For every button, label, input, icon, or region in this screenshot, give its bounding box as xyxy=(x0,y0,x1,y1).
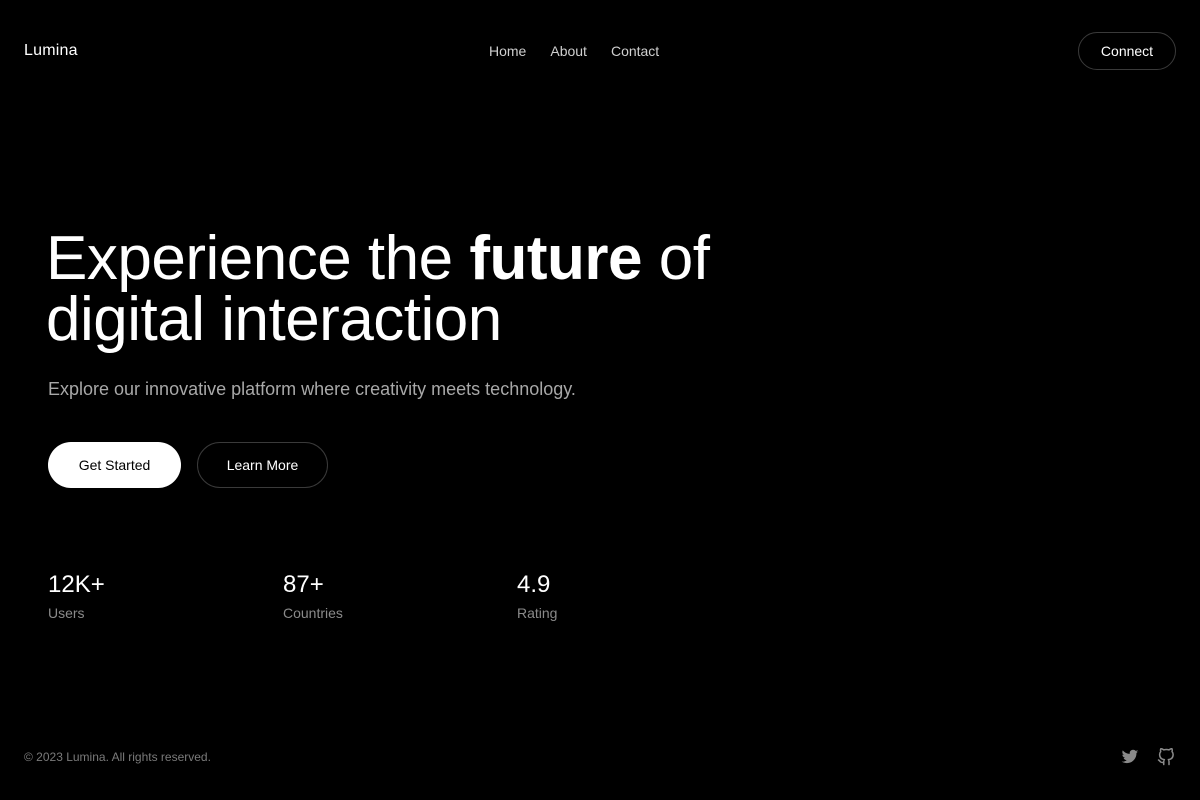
hero-title-emphasis: future xyxy=(469,224,642,293)
hero-title: Experience the future of digital interac… xyxy=(46,228,786,351)
nav-item-home[interactable]: Home xyxy=(489,41,526,61)
get-started-button[interactable]: Get Started xyxy=(48,442,181,488)
stat-value: 4.9 xyxy=(517,571,551,598)
stat-rating: 4.9 Rating xyxy=(517,571,557,623)
stat-value: 12K+ xyxy=(48,571,105,598)
brand-logo[interactable]: Lumina xyxy=(24,40,78,62)
github-icon[interactable] xyxy=(1157,748,1175,766)
stat-value: 87+ xyxy=(283,571,324,598)
connect-button[interactable]: Connect xyxy=(1078,32,1176,70)
stat-label: Countries xyxy=(283,605,343,621)
stat-users: 12K+ Users xyxy=(48,571,105,623)
twitter-icon[interactable] xyxy=(1121,748,1139,766)
learn-more-button[interactable]: Learn More xyxy=(197,442,328,488)
main-nav: Home About Contact xyxy=(489,41,659,61)
nav-item-about[interactable]: About xyxy=(550,41,587,61)
stat-label: Rating xyxy=(517,605,558,621)
hero-subtitle: Explore our innovative platform where cr… xyxy=(48,379,576,399)
hero-title-prefix: Experience the xyxy=(46,224,470,293)
stat-countries: 87+ Countries xyxy=(283,571,343,623)
stat-label: Users xyxy=(48,605,85,621)
footer-copyright: © 2023 Lumina. All rights reserved. xyxy=(24,750,211,764)
nav-item-contact[interactable]: Contact xyxy=(611,41,659,61)
landing-page: Lumina Home About Contact Connect Experi… xyxy=(0,0,1200,800)
